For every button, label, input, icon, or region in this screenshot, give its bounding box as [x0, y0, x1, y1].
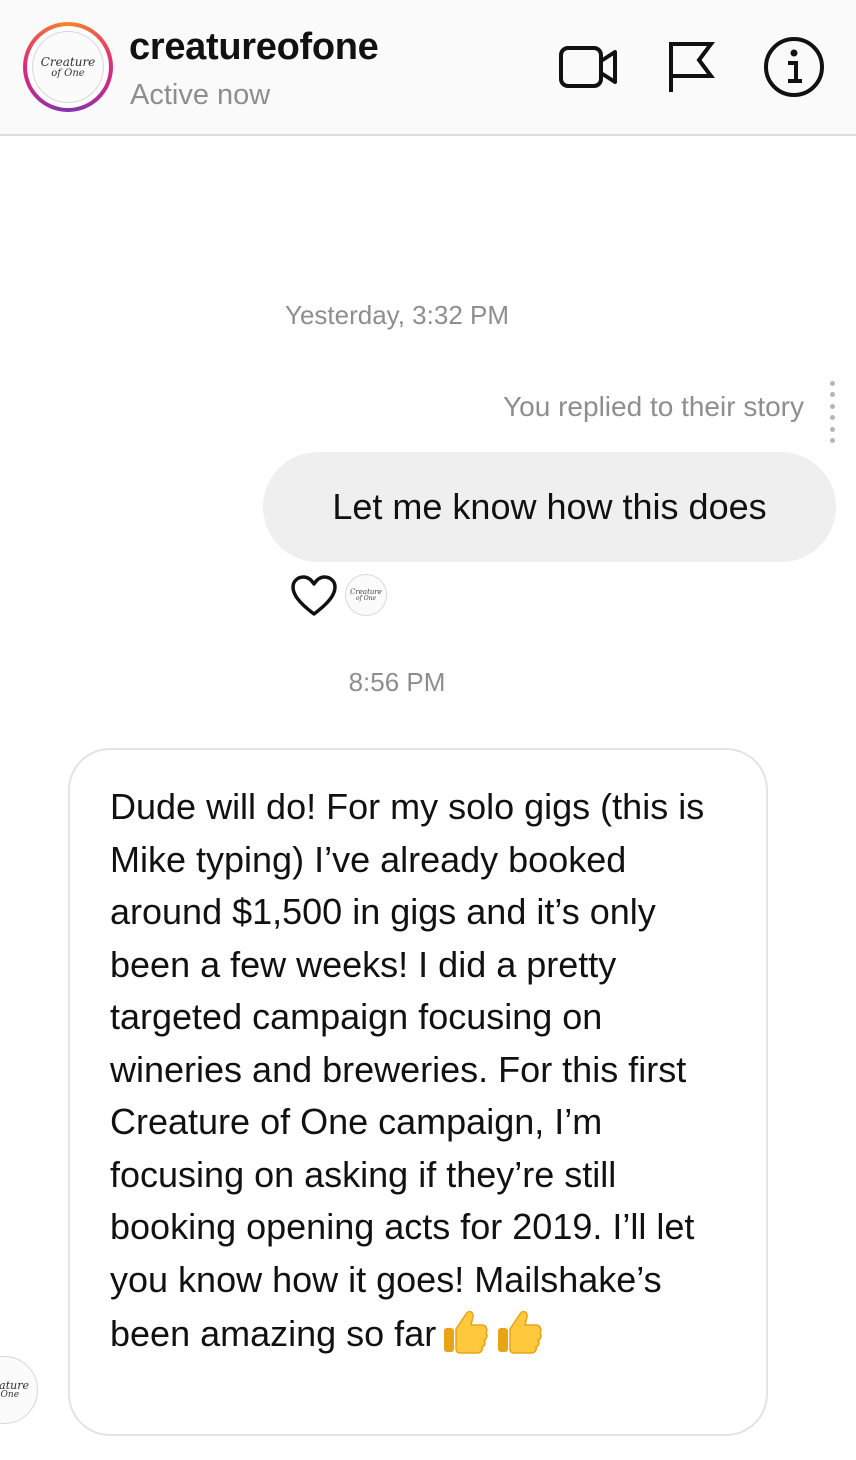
active-status: Active now: [130, 79, 271, 111]
story-reply-note: You replied to their story: [503, 391, 804, 422]
more-options-icon[interactable]: [826, 381, 838, 443]
received-message-bubble[interactable]: Dude will do! For my solo gigs (this is …: [68, 748, 768, 1436]
chat-username[interactable]: creatureofone: [129, 26, 379, 69]
heart-icon[interactable]: [290, 574, 338, 618]
sent-message-bubble[interactable]: Let me know how this does: [263, 452, 836, 562]
thumbs-up-emojis: [436, 1310, 544, 1354]
sender-avatar[interactable]: Creature of One: [0, 1356, 38, 1424]
flag-icon[interactable]: [665, 38, 717, 94]
avatar-logo: Creature of One: [32, 31, 104, 103]
timestamp-yesterday: Yesterday, 3:32 PM: [284, 300, 510, 330]
received-message-text: Dude will do! For my solo gigs (this is …: [110, 786, 715, 1354]
video-call-icon[interactable]: [558, 42, 620, 92]
timestamp-evening: 8:56 PM: [348, 667, 446, 697]
thumbs-up-icon: [444, 1310, 488, 1354]
info-icon[interactable]: [763, 36, 825, 98]
profile-avatar[interactable]: Creature of One: [23, 22, 113, 112]
thumbs-up-icon: [498, 1310, 542, 1354]
reaction-avatar: Creature of One: [345, 574, 387, 616]
chat-header: Creature of One creatureofone Active now: [0, 0, 856, 136]
